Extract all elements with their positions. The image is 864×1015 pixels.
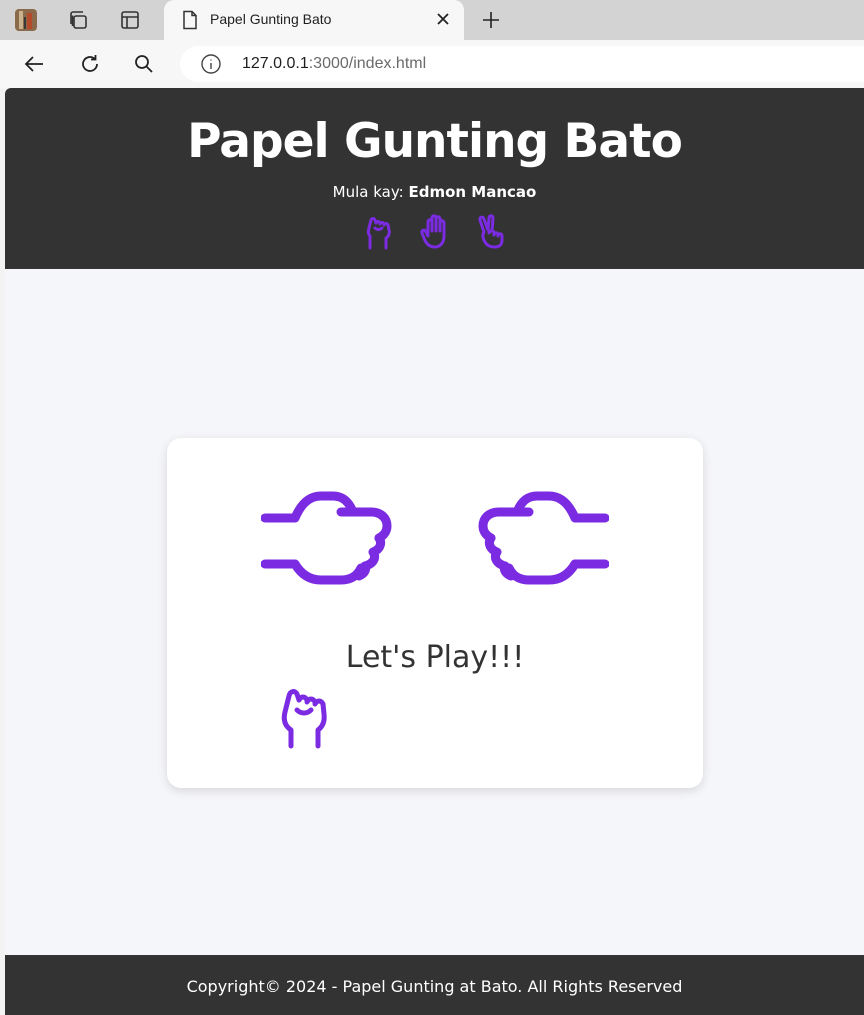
active-browser-tab[interactable]: Papel Gunting Bato: [164, 0, 464, 40]
game-status: Let's Play!!!: [345, 640, 525, 675]
plus-icon: [483, 12, 499, 28]
profile-avatar-icon[interactable]: [12, 6, 40, 34]
tab-title: Papel Gunting Bato: [210, 11, 332, 27]
computer-hand-icon: [473, 484, 609, 588]
byline-prefix: Mula kay:: [332, 183, 404, 201]
new-tab-button[interactable]: [478, 7, 504, 33]
player-hand-icon: [261, 484, 397, 588]
url-path: :3000/index.html: [308, 55, 427, 72]
back-button[interactable]: [20, 50, 48, 78]
search-icon: [135, 55, 153, 73]
choice-icons: [5, 212, 864, 252]
author-name: Edmon Mancao: [408, 183, 537, 201]
rock-icon[interactable]: [361, 212, 397, 252]
collections-icon[interactable]: [64, 6, 92, 34]
author-byline: Mula kay: Edmon Mancao: [5, 183, 864, 201]
search-button[interactable]: [130, 50, 158, 78]
browser-tab-strip: Papel Gunting Bato: [0, 0, 864, 40]
page-title: Papel Gunting Bato: [187, 114, 683, 169]
url-text: 127.0.0.1:3000/index.html: [242, 55, 426, 73]
document-icon: [176, 6, 204, 34]
browser-toolbar: 127.0.0.1:3000/index.html: [0, 40, 864, 88]
address-bar[interactable]: 127.0.0.1:3000/index.html: [180, 46, 864, 82]
copyright-text: Copyright© 2024 - Papel Gunting at Bato.…: [186, 977, 683, 996]
hand-pointer-icon: [275, 682, 331, 750]
scissors-icon[interactable]: [473, 212, 509, 252]
site-footer: Copyright© 2024 - Papel Gunting at Bato.…: [5, 955, 864, 1015]
reload-button[interactable]: [76, 50, 104, 78]
close-tab-icon[interactable]: [432, 8, 454, 30]
game-card: Let's Play!!!: [167, 438, 703, 788]
url-host: 127.0.0.1: [242, 55, 309, 72]
site-header: Papel Gunting Bato Mula kay: Edmon Manca…: [5, 88, 864, 269]
site-info-icon[interactable]: [200, 53, 222, 75]
paper-icon[interactable]: [417, 212, 453, 252]
page-viewport: Papel Gunting Bato Mula kay: Edmon Manca…: [5, 88, 864, 1015]
arrow-left-icon: [24, 56, 43, 72]
reload-icon: [82, 55, 98, 72]
tab-actions-icon[interactable]: [116, 6, 144, 34]
